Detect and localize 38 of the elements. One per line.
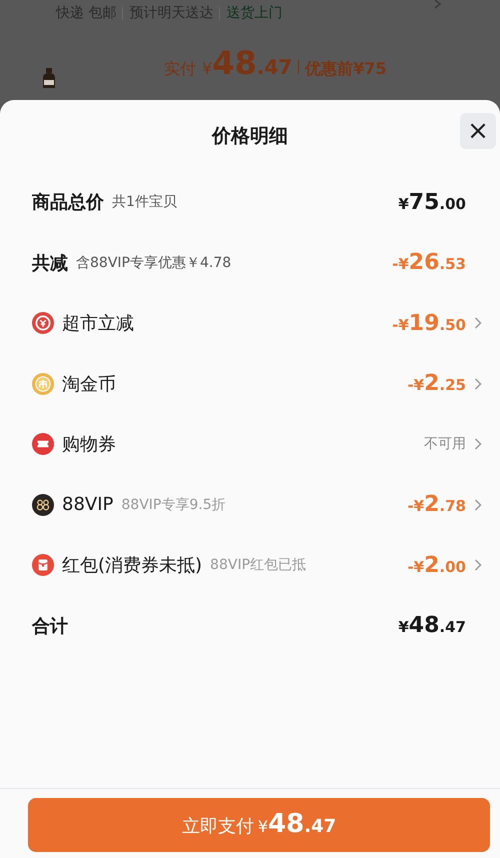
price-amount: -¥19.50	[392, 310, 466, 336]
row-label: 商品总价	[32, 191, 104, 214]
row-label: 购物券	[62, 433, 116, 456]
close-button[interactable]: ×	[460, 113, 496, 149]
paid-amount: ¥48.47	[202, 44, 292, 82]
price-amount: -¥2.00	[407, 552, 466, 578]
chevron-right-icon[interactable]	[474, 378, 482, 390]
row-label: 共减	[32, 252, 68, 275]
discount-badge-icon	[32, 312, 54, 334]
paid-label: 实付	[164, 59, 196, 80]
chevron-right-icon[interactable]	[474, 438, 482, 450]
row-label: 合计	[32, 614, 68, 638]
row-label: 淘金币	[62, 372, 116, 396]
row-note: 88VIP专享9.5折	[121, 496, 226, 514]
price-amount: -¥2.25	[407, 371, 466, 396]
price-amount: ¥48.47	[398, 613, 466, 638]
row-note: 88VIP红包已抵	[210, 556, 306, 574]
delivery-info: 送货上门	[226, 4, 282, 22]
chevron-icon	[434, 0, 444, 10]
price-amount: -¥26.53	[392, 250, 466, 276]
divider	[298, 60, 300, 74]
row-label: 88VIP	[62, 494, 114, 516]
vip-badge-icon	[32, 494, 54, 516]
gift-packet-icon	[32, 554, 54, 576]
chevron-right-icon[interactable]	[474, 559, 482, 572]
ticket-icon	[32, 433, 54, 456]
row-label: 红包(消费券未抵)	[62, 554, 202, 578]
price-amount: -¥2.78	[407, 492, 466, 518]
status-text: 不可用	[424, 435, 466, 454]
row-note: 共1件宝贝	[112, 193, 177, 212]
row-label: 超市立减	[62, 312, 134, 336]
original-price: 优惠前¥75	[305, 59, 387, 80]
price-amount: ¥75.00	[398, 190, 466, 215]
sheet-title: 价格明细	[212, 124, 288, 149]
chevron-right-icon[interactable]	[474, 498, 482, 511]
row-note: 含88VIP专享优惠￥4.78	[76, 254, 232, 272]
chevron-right-icon[interactable]	[474, 317, 482, 330]
coin-icon	[32, 372, 54, 395]
